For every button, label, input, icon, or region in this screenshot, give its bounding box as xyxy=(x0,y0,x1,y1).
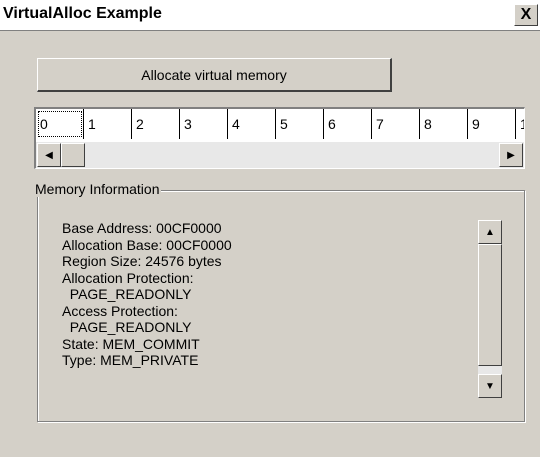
memory-cell-10[interactable]: 1 xyxy=(516,109,524,139)
arrow-up-icon: ▲ xyxy=(485,226,495,238)
memory-info-line: PAGE_READONLY xyxy=(62,319,192,335)
scroll-left-button[interactable]: ◀ xyxy=(37,143,61,167)
memory-cell-9[interactable]: 9 xyxy=(468,109,516,139)
window-title: VirtualAlloc Example xyxy=(3,5,162,22)
memory-information-label: Memory Information xyxy=(33,181,162,197)
title-bar: VirtualAlloc Example X xyxy=(0,0,540,31)
vertical-scrollbar[interactable]: ▲ ▼ xyxy=(478,220,502,398)
horizontal-scrollbar[interactable]: ◀ ▶ xyxy=(36,142,524,168)
scroll-down-button[interactable]: ▼ xyxy=(478,374,502,398)
close-button[interactable]: X xyxy=(514,4,538,26)
memory-cell-5[interactable]: 5 xyxy=(276,109,324,139)
horizontal-scroll-thumb[interactable] xyxy=(61,143,85,167)
scroll-right-button[interactable]: ▶ xyxy=(499,143,523,167)
memory-info-line: Allocation Base: 00CF0000 xyxy=(62,236,232,253)
allocate-memory-button[interactable]: Allocate virtual memory xyxy=(37,58,392,92)
allocate-memory-label: Allocate virtual memory xyxy=(141,66,287,83)
memory-info-line: Allocation Protection: xyxy=(62,269,194,286)
memory-cell-7[interactable]: 7 xyxy=(372,109,420,139)
memory-info-line: Region Size: 24576 bytes xyxy=(62,253,222,269)
memory-cell-6[interactable]: 6 xyxy=(324,109,372,139)
arrow-down-icon: ▼ xyxy=(485,380,495,392)
memory-info-line: State: MEM_COMMIT xyxy=(62,335,200,352)
memory-info-text: Base Address: 00CF0000 Allocation Base: 0… xyxy=(62,220,232,369)
arrow-right-icon: ▶ xyxy=(507,149,515,161)
memory-cell-3[interactable]: 3 xyxy=(180,109,228,139)
memory-cell-1[interactable]: 1 xyxy=(84,109,132,139)
memory-cell-0[interactable]: 0 xyxy=(36,109,84,139)
dialog-window: VirtualAlloc Example X Allocate virtual … xyxy=(0,0,540,457)
vertical-scroll-thumb[interactable] xyxy=(478,244,502,366)
close-icon: X xyxy=(520,6,532,23)
memory-info-line: Base Address: 00CF0000 xyxy=(62,220,222,236)
memory-cell-8[interactable]: 8 xyxy=(420,109,468,139)
memory-cell-2[interactable]: 2 xyxy=(132,109,180,139)
memory-info-line: Access Protection: xyxy=(62,302,178,319)
scroll-up-button[interactable]: ▲ xyxy=(478,220,502,244)
memory-cell-4[interactable]: 4 xyxy=(228,109,276,139)
memory-info-line: PAGE_READONLY xyxy=(62,286,192,302)
memory-info-line: Type: MEM_PRIVATE xyxy=(62,352,199,368)
arrow-left-icon: ◀ xyxy=(45,149,53,161)
memory-map-list[interactable]: 01234567891 ◀ ▶ xyxy=(34,107,525,169)
